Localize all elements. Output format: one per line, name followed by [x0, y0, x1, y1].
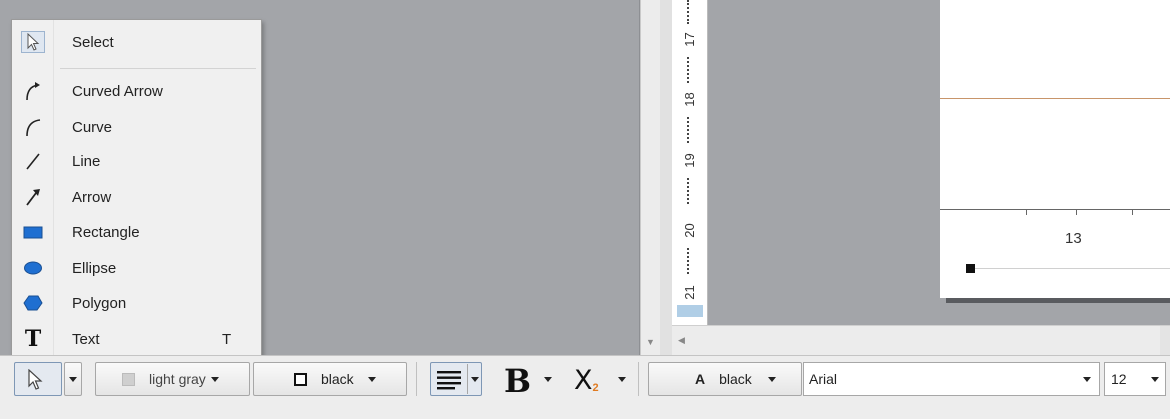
menu-item-label: Select — [72, 34, 114, 51]
menu-item-polygon[interactable]: Polygon — [12, 287, 261, 319]
menu-item-text[interactable]: T Text T — [12, 323, 261, 355]
pane-divider[interactable] — [660, 0, 672, 355]
ruler-tick-19: 19 — [682, 153, 697, 168]
menu-item-curved-arrow[interactable]: Curved Arrow — [12, 75, 261, 107]
axis-tick — [1026, 209, 1027, 215]
chevron-down-icon — [471, 377, 479, 382]
bold-icon: B — [504, 362, 532, 400]
vertical-ruler: 17 18 19 20 21 — [672, 0, 708, 325]
menu-item-select[interactable]: Select — [12, 26, 261, 58]
horizontal-scrollbar[interactable]: ◀ — [672, 325, 1170, 356]
vertical-scrollbar[interactable]: ▼ — [640, 0, 660, 355]
ruler-tick-20: 20 — [682, 223, 697, 238]
ruler-tick-17: 17 — [682, 32, 697, 47]
toolbar-separator — [416, 362, 417, 396]
drawing-tool-menu: Select Curved Arrow Curve Line Arrow Rec… — [11, 19, 262, 359]
bold-button[interactable]: B — [500, 362, 560, 400]
ruler-position-marker[interactable] — [677, 305, 703, 317]
menu-separator — [60, 68, 256, 69]
menu-item-label: Line — [72, 153, 101, 170]
font-name-select[interactable]: Arial — [803, 362, 1100, 396]
menu-item-ellipse[interactable]: Ellipse — [12, 252, 261, 284]
fill-color-label: light gray — [149, 371, 206, 387]
chevron-down-icon — [544, 377, 552, 382]
curved-arrow-icon — [21, 80, 45, 102]
text-icon: T — [24, 326, 42, 352]
polygon-icon — [21, 292, 45, 314]
line-color-dropdown[interactable]: black — [253, 362, 407, 396]
axis-tick-label: 13 — [1065, 230, 1082, 247]
chevron-down-icon — [767, 376, 776, 382]
cursor-arrow-icon — [21, 31, 45, 53]
menu-item-label: Curved Arrow — [72, 83, 163, 100]
font-color-icon: A — [695, 371, 706, 387]
line-icon — [21, 150, 45, 172]
chevron-down-icon — [210, 376, 219, 382]
subscript-icon: X2 — [574, 365, 599, 396]
chevron-down-icon — [1151, 377, 1159, 382]
drawing-canvas-right[interactable]: 13 — [708, 0, 1170, 325]
font-size-select[interactable]: 12 — [1104, 362, 1166, 396]
subscript-button[interactable]: X2 — [570, 362, 632, 396]
align-justify-icon — [437, 370, 461, 393]
text-align-button[interactable] — [430, 362, 482, 396]
menu-item-label: Curve — [72, 119, 113, 136]
chevron-down-icon — [618, 377, 626, 382]
menu-item-rectangle[interactable]: Rectangle — [12, 216, 261, 248]
font-size-value: 12 — [1111, 371, 1127, 387]
x-axis-line[interactable] — [940, 209, 1170, 210]
ellipse-icon — [21, 257, 45, 279]
chevron-down-icon — [367, 376, 376, 382]
format-toolbar: light gray black B X2 A black Arial 12 — [0, 355, 1170, 419]
menu-item-arrow[interactable]: Arrow — [12, 181, 261, 213]
menu-item-label: Rectangle — [72, 224, 140, 241]
chevron-down-icon — [69, 377, 77, 382]
line-color-swatch — [294, 372, 307, 386]
font-name-value: Arial — [809, 371, 838, 387]
menu-item-shortcut: T — [222, 331, 232, 348]
font-color-dropdown[interactable]: A black — [648, 362, 802, 396]
menu-item-label: Text — [72, 331, 100, 348]
ruler-dots — [687, 117, 691, 143]
rectangle-icon — [21, 221, 45, 243]
guide-line[interactable] — [940, 98, 1170, 99]
subscript-small-glyph: 2 — [592, 382, 599, 394]
scroll-down-icon[interactable]: ▼ — [646, 337, 655, 347]
axis-tick — [1076, 209, 1077, 215]
toolbar-separator — [638, 362, 639, 396]
font-color-label: black — [719, 371, 752, 387]
fill-color-swatch — [122, 372, 135, 386]
ruler-tick-21: 21 — [682, 285, 697, 300]
line-color-label: black — [321, 371, 354, 387]
ruler-dots — [687, 248, 691, 274]
select-tool-button[interactable] — [14, 362, 62, 396]
menu-item-label: Arrow — [72, 189, 112, 206]
ruler-dots — [687, 0, 691, 24]
axis-tick — [1132, 209, 1133, 215]
split-divider — [467, 364, 468, 394]
ruler-tick-18: 18 — [682, 92, 697, 107]
ruler-dots — [687, 178, 691, 204]
menu-item-label: Ellipse — [72, 260, 117, 277]
selected-line[interactable] — [970, 268, 1170, 269]
curve-icon — [21, 116, 45, 138]
page-sheet[interactable]: 13 — [940, 0, 1170, 298]
scrollbar-end — [1160, 326, 1170, 356]
menu-item-curve[interactable]: Curve — [12, 111, 261, 143]
chevron-down-icon — [1083, 377, 1091, 382]
menu-item-label: Polygon — [72, 295, 127, 312]
fill-color-dropdown[interactable]: light gray — [95, 362, 250, 396]
menu-item-line[interactable]: Line — [12, 145, 261, 177]
arrow-icon — [21, 186, 45, 208]
ruler-dots — [687, 57, 691, 83]
scroll-left-icon[interactable]: ◀ — [678, 335, 685, 346]
tool-dropdown-button[interactable] — [64, 362, 82, 396]
selection-handle[interactable] — [966, 264, 975, 273]
cursor-arrow-icon — [27, 368, 43, 394]
subscript-glyph: X — [574, 365, 593, 396]
